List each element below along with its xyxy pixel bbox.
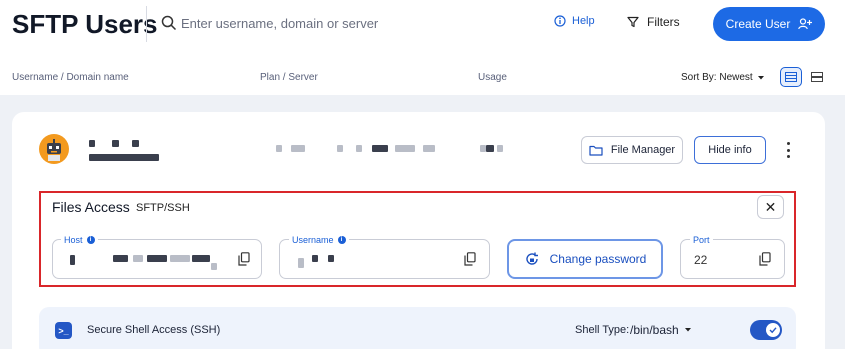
more-options-icon[interactable] (783, 142, 793, 158)
file-manager-label: File Manager (610, 144, 676, 156)
search-icon (161, 15, 177, 31)
create-user-label: Create User (725, 17, 791, 31)
header-divider (146, 6, 147, 42)
list-view-toggle[interactable] (780, 67, 802, 87)
sort-dropdown[interactable]: Sort By: Newest (681, 72, 765, 83)
host-label: Host i (61, 235, 98, 245)
shell-type-dropdown[interactable]: /bin/bash (630, 323, 692, 337)
caret-down-icon (684, 328, 691, 332)
info-icon[interactable]: i (86, 236, 95, 244)
info-icon (554, 15, 566, 27)
close-icon: ✕ (764, 198, 777, 215)
card-view-icon (811, 72, 823, 82)
sort-label: Sort By: Newest (681, 72, 753, 83)
hide-info-label: Hide info (708, 144, 752, 156)
column-header-plan[interactable]: Plan / Server (260, 72, 318, 83)
close-button[interactable]: ✕ (757, 195, 784, 219)
filters-label: Filters (647, 15, 680, 29)
terminal-icon: >_ (55, 322, 72, 339)
check-icon (766, 323, 780, 337)
files-access-protocol: SFTP/SSH (136, 202, 190, 214)
page-title: SFTP Users (12, 9, 158, 39)
add-user-icon (798, 18, 813, 30)
search-input[interactable] (181, 12, 511, 34)
help-link[interactable]: Help (554, 15, 595, 27)
username-label: Username i (289, 235, 349, 245)
file-manager-button[interactable]: File Manager (581, 136, 683, 164)
create-user-button[interactable]: Create User (713, 7, 825, 41)
column-header-username[interactable]: Username / Domain name (12, 72, 129, 83)
change-password-button[interactable]: Change password (507, 239, 663, 279)
list-view-icon (785, 72, 797, 82)
change-password-label: Change password (549, 252, 647, 266)
user-avatar (39, 134, 69, 164)
copy-icon[interactable] (759, 252, 771, 266)
robot-avatar-icon (47, 139, 61, 161)
help-label: Help (572, 15, 595, 27)
copy-icon[interactable] (238, 252, 250, 266)
hide-info-button[interactable]: Hide info (694, 136, 766, 164)
shell-type-label: Shell Type: (575, 324, 630, 336)
port-value: 22 (694, 253, 708, 267)
filters-button[interactable]: Filters (627, 15, 680, 29)
info-icon[interactable]: i (337, 236, 346, 244)
caret-down-icon (757, 75, 764, 79)
ssh-label: Secure Shell Access (SSH) (87, 324, 221, 336)
port-label: Port (690, 235, 713, 245)
filter-icon (627, 16, 639, 28)
username-field[interactable] (279, 239, 490, 279)
refresh-lock-icon (525, 252, 538, 265)
card-view-toggle[interactable] (806, 67, 828, 87)
copy-icon[interactable] (464, 252, 476, 266)
column-header-usage[interactable]: Usage (478, 72, 507, 83)
folder-icon (589, 145, 603, 156)
shell-type-value: /bin/bash (630, 323, 679, 337)
files-access-title: Files Access (52, 199, 130, 215)
